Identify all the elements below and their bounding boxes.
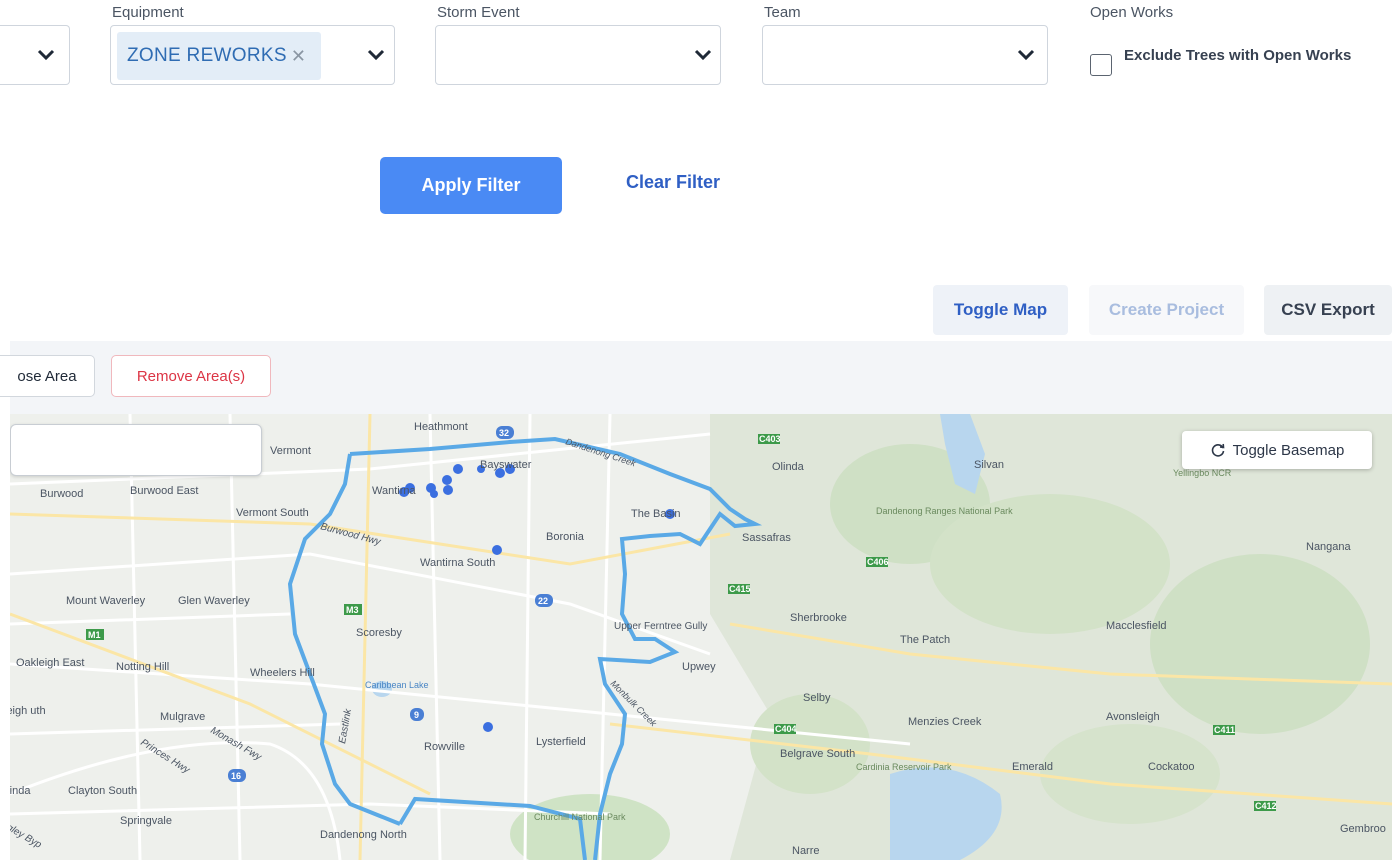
csv-export-button[interactable]: CSV Export — [1264, 285, 1392, 335]
equipment-label: Equipment — [112, 4, 184, 21]
place-label: Rowville — [424, 741, 465, 753]
place-label: Notting Hill — [116, 661, 169, 673]
place-label: Gembroo — [1340, 823, 1386, 835]
place-label: Upwey — [682, 661, 716, 673]
place-label: Olinda — [772, 461, 805, 473]
shield-label: C403 — [759, 434, 781, 444]
shield-label: C406 — [867, 557, 889, 567]
place-label: Springvale — [120, 815, 172, 827]
place-label: Churchill National Park — [534, 812, 626, 822]
storm-event-label: Storm Event — [437, 4, 520, 21]
shield-label: C412 — [1255, 801, 1277, 811]
place-label: Silvan — [974, 459, 1004, 471]
team-label: Team — [764, 4, 801, 21]
shield-label: C411 — [1214, 725, 1235, 735]
place-label: Cockatoo — [1148, 761, 1194, 773]
place-label: leigh uth — [10, 705, 46, 717]
map-view[interactable]: 32 22 9 16 M3 M1 C403 C406 C415 C404 C41… — [10, 414, 1392, 860]
place-label: Boronia — [546, 531, 585, 543]
equipment-chip: ZONE REWORKS ✕ — [117, 32, 321, 80]
shield-label: M3 — [346, 605, 359, 615]
shield-label: C404 — [775, 724, 797, 734]
place-label: Nangana — [1306, 541, 1352, 553]
chevron-down-icon — [1017, 49, 1035, 61]
place-label: Sherbrooke — [790, 612, 847, 624]
exclude-open-works-checkbox[interactable] — [1090, 54, 1112, 76]
refresh-icon — [1211, 443, 1225, 457]
clear-filter-link[interactable]: Clear Filter — [626, 172, 720, 193]
shield-label: 22 — [538, 596, 548, 606]
place-label: Macclesfield — [1106, 620, 1167, 632]
place-label: Mount Waverley — [66, 595, 146, 607]
place-label: Yellingbo NCR — [1173, 468, 1232, 478]
place-label: Lysterfield — [536, 736, 586, 748]
place-label: Belgrave South — [780, 748, 855, 760]
shield-label: M1 — [88, 630, 101, 640]
chevron-down-icon — [367, 49, 385, 61]
place-label: Burwood East — [130, 485, 198, 497]
place-label: Glen Waverley — [178, 595, 250, 607]
place-label: Clayton South — [68, 785, 137, 797]
chevron-down-icon — [694, 49, 712, 61]
place-label: Oakleigh East — [16, 657, 84, 669]
toggle-basemap-label: Toggle Basemap — [1232, 441, 1345, 459]
place-label: Wantirna South — [420, 557, 495, 569]
partial-select[interactable] — [0, 25, 70, 85]
shield-label: 32 — [499, 428, 509, 438]
place-label: Selby — [803, 692, 831, 704]
place-label: Burwood — [40, 488, 83, 500]
toggle-basemap-button[interactable]: Toggle Basemap — [1182, 431, 1372, 469]
shield-label: 16 — [231, 771, 241, 781]
place-label: The Patch — [900, 634, 950, 646]
apply-filter-button[interactable]: Apply Filter — [380, 157, 562, 214]
choose-area-button[interactable]: ose Area — [0, 355, 95, 397]
place-label: Mulgrave — [160, 711, 205, 723]
place-label: Vermont South — [236, 507, 309, 519]
equipment-chip-text: ZONE REWORKS — [127, 45, 287, 66]
map-search-input[interactable] — [10, 424, 262, 476]
place-label: Menzies Creek — [908, 716, 982, 728]
place-label: rinda — [10, 785, 31, 797]
remove-area-button[interactable]: Remove Area(s) — [111, 355, 271, 397]
map-canvas[interactable]: 32 22 9 16 M3 M1 C403 C406 C415 C404 C41… — [10, 414, 1392, 860]
storm-event-select[interactable] — [435, 25, 721, 85]
place-label: Scoresby — [356, 627, 402, 639]
place-label: Avonsleigh — [1106, 711, 1160, 723]
remove-chip-icon[interactable]: ✕ — [291, 46, 306, 67]
place-label: Cardinia Reservoir Park — [856, 762, 952, 772]
place-label: Vermont — [270, 445, 311, 457]
place-label: Heathmont — [414, 421, 468, 433]
equipment-select[interactable]: ZONE REWORKS ✕ — [110, 25, 395, 85]
place-label: Caribbean Lake — [365, 680, 429, 690]
toggle-map-button[interactable]: Toggle Map — [933, 285, 1068, 335]
place-label: Emerald — [1012, 761, 1053, 773]
place-label: Dandenong North — [320, 829, 407, 841]
team-select[interactable] — [762, 25, 1048, 85]
chevron-down-icon — [37, 49, 55, 61]
place-label: Narre — [792, 845, 820, 857]
place-label: Wantirna — [372, 485, 416, 497]
open-works-label: Open Works — [1090, 4, 1174, 21]
place-label: Bayswater — [480, 459, 532, 471]
place-label: The Basin — [631, 508, 681, 520]
exclude-open-works-label: Exclude Trees with Open Works — [1124, 47, 1352, 64]
place-label: Upper Ferntree Gully — [614, 621, 707, 632]
shield-label: 9 — [414, 710, 419, 720]
shield-label: C415 — [729, 584, 751, 594]
place-label: Dandenong Ranges National Park — [876, 506, 1013, 516]
place-label: Wheelers Hill — [250, 667, 315, 679]
create-project-button[interactable]: Create Project — [1089, 285, 1244, 335]
place-label: Sassafras — [742, 532, 791, 544]
